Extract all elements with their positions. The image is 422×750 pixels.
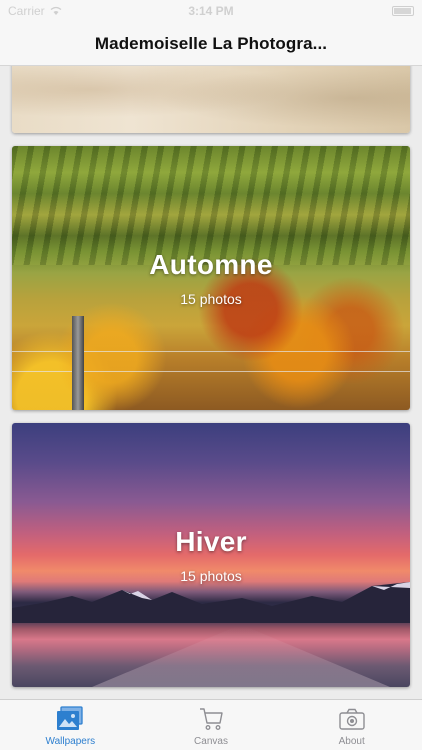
cart-icon (200, 708, 223, 730)
album-photo-count: 15 photos (180, 291, 242, 307)
tab-about[interactable]: About (281, 700, 422, 750)
wallpapers-icon (57, 706, 83, 730)
tab-bar: Wallpapers Canvas About (0, 699, 422, 750)
album-card-hiver[interactable]: Hiver 15 photos (12, 423, 410, 687)
album-title: Hiver (175, 526, 247, 557)
status-bar: Carrier 3:14 PM (0, 0, 422, 22)
battery-icon (392, 6, 414, 16)
album-list[interactable]: Automne 15 photos Hiver 15 photos (0, 66, 422, 698)
album-card-automne[interactable]: Automne 15 photos (12, 146, 410, 410)
tab-label: Canvas (194, 736, 228, 747)
tab-label: Wallpapers (45, 736, 96, 747)
album-title: Automne (149, 249, 273, 280)
album-overlay: Hiver 15 photos (12, 423, 410, 687)
tab-canvas[interactable]: Canvas (141, 700, 282, 750)
tab-wallpapers[interactable]: Wallpapers (0, 700, 141, 750)
navigation-bar: Mademoiselle La Photogra... (0, 22, 422, 66)
status-time: 3:14 PM (188, 4, 234, 18)
tab-label: About (338, 736, 365, 747)
album-overlay: Automne 15 photos (12, 146, 410, 410)
album-card-previous[interactable] (12, 66, 410, 133)
album-photo-count: 15 photos (180, 568, 242, 584)
camera-icon (338, 708, 365, 730)
page-title: Mademoiselle La Photogra... (94, 33, 328, 53)
